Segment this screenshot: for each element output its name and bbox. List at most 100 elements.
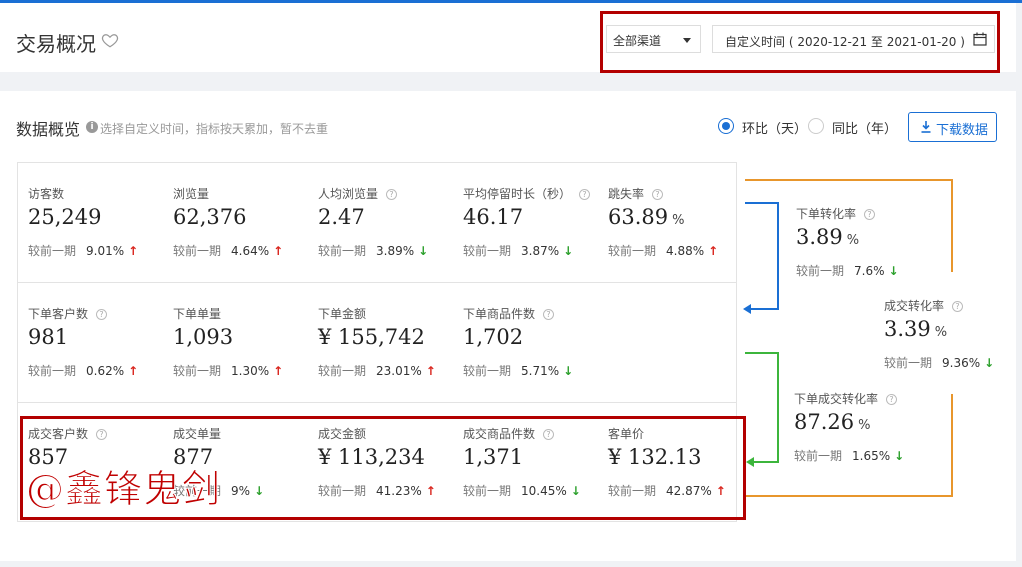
metric-value: 46.17 (463, 205, 523, 229)
arrow-up-icon: ↑ (273, 244, 284, 258)
compare-percent: 1.30% (231, 364, 270, 378)
page-title: 交易概况 (16, 32, 96, 56)
metric-value: 62,376 (173, 205, 246, 229)
help-icon[interactable]: ? (543, 309, 555, 320)
funnel-metric-card: 下单转化率? 3.89% 较前一期 7.6% ↓ (796, 205, 936, 305)
compare-percent: 5.71% (521, 364, 560, 378)
download-button-label: 下载数据 (936, 123, 989, 138)
metric-label: 访客数 (28, 185, 64, 202)
help-icon[interactable]: ? (652, 189, 664, 200)
compare-prefix: 较前一期 (173, 244, 222, 258)
help-icon[interactable]: ? (886, 394, 898, 405)
funnel-metric-card: 成交转化率? 3.39% 较前一期 9.36% ↓ (884, 297, 1022, 397)
funnel-metric-label-text: 下单成交转化率 (794, 392, 879, 406)
metric-label: 下单金额 (318, 305, 366, 322)
metric-label: 人均浏览量? (318, 185, 398, 202)
compare-prefix: 较前一期 (318, 244, 367, 258)
funnel-metric-label-text: 下单转化率 (796, 207, 857, 221)
metric-value-text: 981 (28, 325, 69, 349)
metric-value-text: 1,093 (173, 325, 234, 349)
metric-card: 浏览量 62,376 较前一期 4.64% ↑ (173, 185, 313, 285)
metric-label: 浏览量 (173, 185, 209, 202)
metric-compare: 较前一期 5.71% ↓ (463, 362, 573, 379)
arrow-down-icon: ↓ (984, 356, 995, 370)
funnel-metric-value-text: 3.39 (884, 317, 931, 341)
metric-compare: 较前一期 3.87% ↓ (463, 242, 573, 259)
metric-card: 下单商品件数? 1,702 较前一期 5.71% ↓ (463, 305, 603, 405)
compare-percent: 23.01% (376, 364, 422, 378)
help-icon[interactable]: ? (864, 209, 876, 220)
metric-compare: 较前一期 1.30% ↑ (173, 362, 283, 379)
section-title: 数据概览 (16, 120, 81, 139)
compare-prefix: 较前一期 (884, 356, 933, 370)
section-hint: 选择自定义时间，指标按天累加，暂不去重 (100, 122, 329, 136)
funnel-metric-unit: % (858, 418, 871, 433)
funnel-metric-compare: 较前一期 7.6% ↓ (796, 262, 899, 279)
metric-compare: 较前一期 0.62% ↑ (28, 362, 138, 379)
help-icon[interactable]: ? (96, 309, 108, 320)
radio-yoy-label: 同比（年） (832, 122, 898, 137)
funnel-metric-compare: 较前一期 9.36% ↓ (884, 354, 994, 371)
funnel-metric-value-text: 87.26 (794, 410, 855, 434)
help-icon[interactable]: ? (579, 189, 591, 200)
funnel-metric-unit: % (934, 325, 948, 340)
metric-label-text: 跳失率 (608, 187, 645, 201)
metric-value: 63.89% (608, 205, 684, 229)
funnel-metric-value: 87.26% (794, 410, 870, 434)
metric-value-text: 2.47 (318, 205, 365, 229)
metric-label-text: 浏览量 (173, 187, 210, 201)
help-icon[interactable]: ? (952, 301, 964, 312)
annotation-box-top (600, 11, 1000, 73)
metric-value-text: ¥ 155,742 (318, 325, 425, 349)
compare-percent: 4.88% (666, 244, 705, 258)
metric-card: 访客数 25,249 较前一期 9.01% ↑ (28, 185, 168, 285)
compare-percent: 3.87% (521, 244, 560, 258)
metric-label-text: 下单单量 (173, 307, 222, 321)
compare-prefix: 较前一期 (796, 264, 845, 278)
metric-label: 跳失率? (608, 185, 664, 202)
compare-percent: 9.36% (942, 356, 981, 370)
arrow-up-icon: ↑ (128, 244, 139, 258)
watermark-text: @鑫锋鬼剑 (25, 467, 222, 512)
metric-value: 981 (28, 325, 68, 349)
metric-compare: 较前一期 4.64% ↑ (173, 242, 283, 259)
compare-prefix: 较前一期 (608, 244, 657, 258)
metric-label: 下单客户数? (28, 305, 108, 322)
compare-prefix: 较前一期 (28, 244, 77, 258)
funnel-metric-value: 3.39% (884, 317, 947, 341)
metric-compare: 较前一期 4.88% ↑ (608, 242, 718, 259)
download-button[interactable]: 下载数据 (908, 112, 997, 142)
metric-card: 跳失率? 63.89% 较前一期 4.88% ↑ (608, 185, 748, 285)
metric-value: 1,093 (173, 325, 233, 349)
arrow-down-icon: ↓ (888, 264, 899, 278)
metric-compare: 较前一期 3.89% ↓ (318, 242, 428, 259)
metric-value-text: 25,249 (28, 205, 102, 229)
metric-value-text: 1,702 (463, 325, 524, 349)
metric-value: 1,702 (463, 325, 523, 349)
metric-card: 下单单量 1,093 较前一期 1.30% ↑ (173, 305, 313, 405)
arrow-down-icon: ↓ (418, 244, 429, 258)
download-icon (921, 121, 931, 133)
funnel-metric-label: 下单转化率? (796, 205, 876, 222)
metric-label-text: 人均浏览量 (318, 187, 379, 201)
heart-icon[interactable] (101, 31, 119, 49)
arrow-down-icon: ↓ (894, 449, 905, 463)
funnel-metric-value-text: 3.89 (796, 225, 843, 249)
arrow-up-icon: ↑ (273, 364, 284, 378)
compare-percent: 1.65% (852, 449, 891, 463)
compare-percent: 0.62% (86, 364, 125, 378)
help-icon[interactable]: ? (386, 189, 398, 200)
radio-yoy[interactable] (808, 118, 824, 134)
metric-value: ¥ 155,742 (318, 325, 425, 349)
metric-label-text: 平均停留时长（秒） (463, 187, 572, 201)
compare-prefix: 较前一期 (463, 244, 512, 258)
info-icon: i (86, 121, 98, 133)
radio-mom[interactable] (718, 118, 734, 134)
funnel-metric-label: 成交转化率? (884, 297, 964, 314)
metric-label: 平均停留时长（秒）? (463, 185, 591, 202)
metric-value-text: 62,376 (173, 205, 247, 229)
metric-label: 下单单量 (173, 305, 221, 322)
arrow-down-icon: ↓ (563, 244, 574, 258)
metric-label-text: 下单客户数 (28, 307, 89, 321)
metric-card: 下单金额 ¥ 155,742 较前一期 23.01% ↑ (318, 305, 458, 405)
